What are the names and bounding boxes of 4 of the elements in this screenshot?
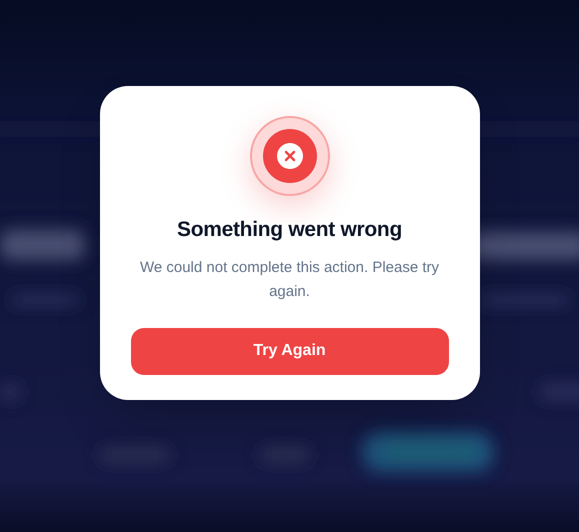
dialog-message: We could not complete this action. Please try again.: [138, 258, 440, 302]
try-again-button[interactable]: Try Again: [130, 328, 448, 374]
error-x-icon: [250, 116, 330, 196]
dialog-title: Something went wrong: [177, 217, 402, 243]
